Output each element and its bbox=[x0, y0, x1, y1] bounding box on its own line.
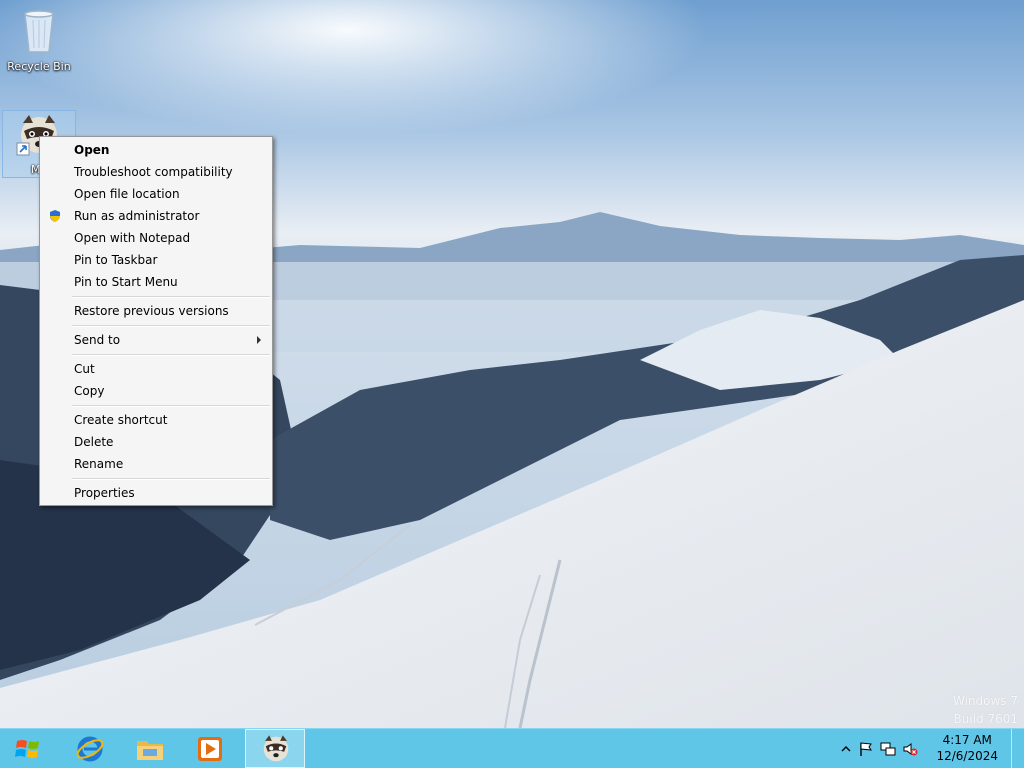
menu-item-label: Pin to Taskbar bbox=[74, 253, 158, 267]
menu-item-label: Send to bbox=[74, 333, 121, 347]
menu-item-label: Cut bbox=[74, 362, 95, 376]
menu-item-label: Restore previous versions bbox=[74, 304, 229, 318]
menu-item-label: Pin to Start Menu bbox=[74, 275, 178, 289]
network-icon[interactable] bbox=[880, 741, 896, 757]
file-explorer-button[interactable] bbox=[122, 729, 178, 768]
menu-item-create-shortcut[interactable]: Create shortcut bbox=[43, 409, 269, 431]
menu-separator bbox=[72, 354, 270, 356]
menu-item-send-to[interactable]: Send to bbox=[43, 329, 269, 351]
menu-item-troubleshoot-compatibility[interactable]: Troubleshoot compatibility bbox=[43, 161, 269, 183]
menu-item-delete[interactable]: Delete bbox=[43, 431, 269, 453]
recycle-bin-label: Recycle Bin bbox=[7, 60, 71, 73]
recycle-bin-graphic bbox=[24, 10, 54, 53]
taskbar-clock[interactable]: 4:17 AM 12/6/2024 bbox=[936, 732, 998, 764]
menu-item-pin-to-taskbar[interactable]: Pin to Taskbar bbox=[43, 249, 269, 271]
menu-item-copy[interactable]: Copy bbox=[43, 380, 269, 402]
menu-item-label: Troubleshoot compatibility bbox=[74, 165, 233, 179]
menu-item-label: Rename bbox=[74, 457, 124, 471]
media-player-button[interactable] bbox=[182, 729, 238, 768]
menu-item-rename[interactable]: Rename bbox=[43, 453, 269, 475]
taskbar: 4:17 AM 12/6/2024 bbox=[0, 728, 1024, 768]
show-hidden-icons-chevron-icon[interactable] bbox=[838, 741, 854, 757]
menu-item-label: Delete bbox=[74, 435, 114, 449]
action-center-flag-icon[interactable] bbox=[858, 741, 874, 757]
media-player-icon bbox=[198, 737, 222, 761]
menu-item-label: Open with Notepad bbox=[74, 231, 191, 245]
menu-item-pin-to-start-menu[interactable]: Pin to Start Menu bbox=[43, 271, 269, 293]
menu-item-open-with-notepad[interactable]: Open with Notepad bbox=[43, 227, 269, 249]
menu-item-open-file-location[interactable]: Open file location bbox=[43, 183, 269, 205]
menu-separator bbox=[72, 325, 270, 327]
menu-separator bbox=[72, 296, 270, 298]
menu-item-restore-previous-versions[interactable]: Restore previous versions bbox=[43, 300, 269, 322]
watermark-os: Windows 7 bbox=[952, 694, 1018, 708]
file-explorer-icon bbox=[137, 741, 163, 760]
menu-separator bbox=[72, 405, 270, 407]
menu-item-label: Copy bbox=[74, 384, 105, 398]
windows-build-watermark: Windows 7 Build 7601 bbox=[953, 692, 1018, 728]
clock-date: 12/6/2024 bbox=[936, 749, 998, 763]
system-tray: 4:17 AM 12/6/2024 bbox=[834, 729, 1024, 768]
menu-separator bbox=[72, 478, 270, 480]
menu-item-open[interactable]: Open bbox=[43, 139, 269, 161]
watermark-build: Build 7601 bbox=[953, 712, 1018, 726]
show-desktop-button[interactable] bbox=[1011, 729, 1024, 768]
raccoon-app-icon bbox=[263, 735, 289, 762]
menu-item-label: Create shortcut bbox=[74, 413, 168, 427]
start-orb-icon bbox=[15, 740, 39, 758]
submenu-arrow-icon bbox=[257, 336, 261, 344]
recycle-bin-icon[interactable]: Recycle Bin bbox=[4, 4, 74, 76]
start-button[interactable] bbox=[0, 729, 56, 768]
menu-item-label: Open bbox=[74, 143, 110, 157]
internet-explorer-icon bbox=[76, 736, 104, 762]
menu-item-properties[interactable]: Properties bbox=[43, 482, 269, 504]
volume-muted-icon[interactable] bbox=[902, 741, 918, 757]
menu-item-run-as-administrator[interactable]: Run as administrator bbox=[43, 205, 269, 227]
uac-shield-icon bbox=[50, 210, 60, 222]
menu-item-label: Run as administrator bbox=[74, 209, 200, 223]
context-menu: Open Troubleshoot compatibility Open fil… bbox=[39, 136, 273, 506]
raccoon-app-taskbar-button[interactable] bbox=[245, 729, 305, 768]
internet-explorer-button[interactable] bbox=[62, 729, 118, 768]
clock-time: 4:17 AM bbox=[942, 733, 992, 747]
menu-item-label: Open file location bbox=[74, 187, 180, 201]
menu-item-label: Properties bbox=[74, 486, 135, 500]
menu-item-cut[interactable]: Cut bbox=[43, 358, 269, 380]
